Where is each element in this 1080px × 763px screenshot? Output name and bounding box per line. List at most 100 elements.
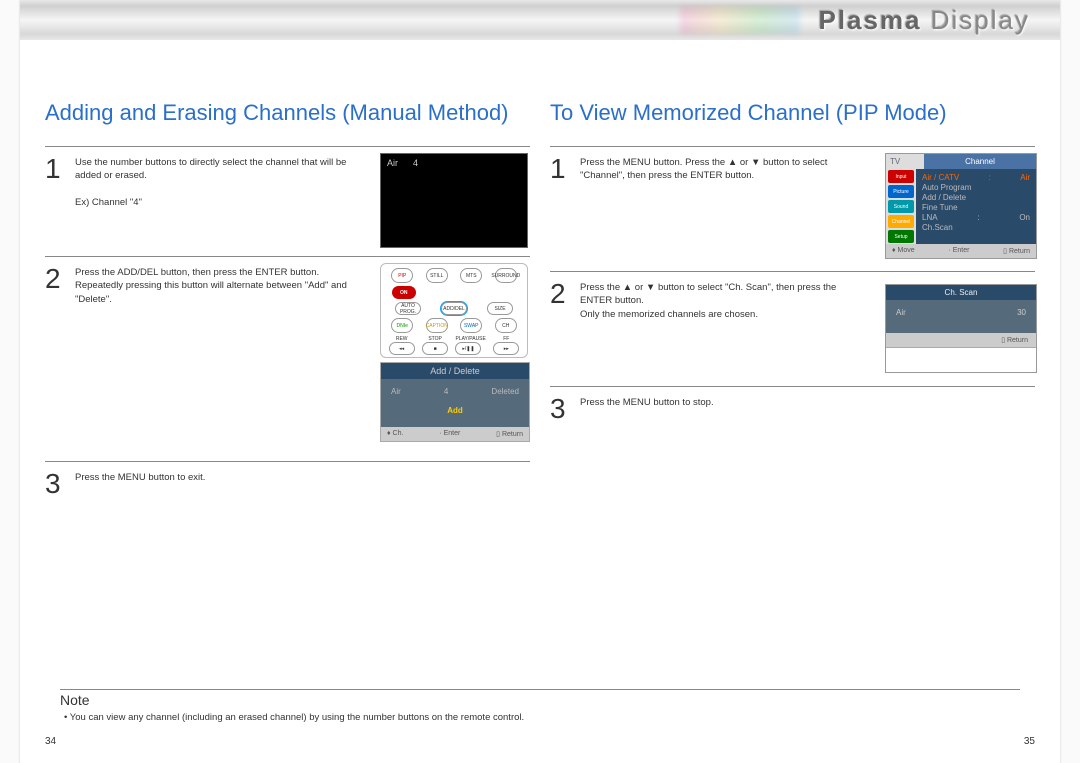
tab-sound: Sound: [888, 200, 914, 213]
menu-foot-return: ▯ Return: [1003, 247, 1030, 255]
chscan-source: Air: [896, 308, 906, 317]
menu-lna: LNA: [922, 213, 938, 222]
page-number-right: 35: [1024, 736, 1035, 747]
step1-instruction: Use the number buttons to directly selec…: [75, 157, 346, 181]
step-text: Press the ADD/DEL button, then press the…: [75, 263, 370, 453]
right-step-3: 3 Press the MENU button to stop.: [550, 386, 1035, 423]
left-step-1: 1 Use the number buttons to directly sel…: [45, 146, 530, 248]
chscan-channel: 30: [1017, 308, 1026, 317]
remote-size-button: SIZE: [487, 302, 513, 315]
remote-dnie-button: DNIe: [391, 318, 413, 333]
remote-rew-icon: ◂◂: [389, 342, 415, 355]
remote-pip-button: PIP: [391, 268, 413, 283]
step2-instruction: Press the ▲ or ▼ button to select "Ch. S…: [580, 282, 836, 306]
right-step-1: 1 Press the MENU button. Press the ▲ or …: [550, 146, 1035, 263]
right-column: To View Memorized Channel (PIP Mode) 1 P…: [550, 100, 1035, 506]
product-name-1: Plasma: [818, 5, 921, 35]
step2-chscan-panel: Ch. Scan Air 30 ▯ Return: [885, 278, 1035, 378]
panel-source: Air: [391, 387, 401, 396]
left-step-2: 2 Press the ADD/DEL button, then press t…: [45, 256, 530, 453]
menu-title: Channel: [924, 154, 1036, 169]
step1-tv-menu: TV Channel Input Picture Sound Channel S…: [885, 153, 1035, 263]
tab-setup: Setup: [888, 230, 914, 243]
step-number: 3: [45, 468, 65, 498]
menu-chscan: Ch.Scan: [922, 223, 953, 232]
remote-ff-icon: ▸▸: [493, 342, 519, 355]
tab-channel: Channel: [888, 215, 914, 228]
content-area: Adding and Erasing Channels (Manual Meth…: [20, 40, 1060, 506]
add-delete-panel: Add / Delete Air 4 Deleted Add ♦ Ch. · E…: [380, 362, 530, 442]
menu-fine-tune: Fine Tune: [922, 203, 958, 212]
step1-example: Ex) Channel "4": [75, 197, 142, 208]
step-number: 2: [45, 263, 65, 453]
left-column: Adding and Erasing Channels (Manual Meth…: [45, 100, 530, 506]
remote-stop-label: STOP: [428, 336, 442, 342]
chscan-footer: ▯ Return: [886, 333, 1036, 347]
chscan-panel: Ch. Scan Air 30 ▯ Return: [885, 284, 1037, 373]
tab-input: Input: [888, 170, 914, 183]
step-text: Press the MENU button. Press the ▲ or ▼ …: [580, 153, 875, 263]
step-number: 1: [550, 153, 570, 263]
menu-tv-label: TV: [886, 154, 924, 169]
remote-still-button: STILL: [426, 268, 448, 283]
note-section: Note • You can view any channel (includi…: [60, 689, 1020, 723]
screen-channel: 4: [413, 158, 418, 168]
left-step-3: 3 Press the MENU button to exit.: [45, 461, 530, 498]
note-title: Note: [60, 689, 1020, 708]
remote-on-indicator: ON: [392, 286, 416, 299]
panel-action: Add: [391, 402, 519, 419]
right-section-title: To View Memorized Channel (PIP Mode): [550, 100, 1035, 126]
panel-channel-num: 4: [444, 387, 448, 396]
step-text: Press the ▲ or ▼ button to select "Ch. S…: [580, 278, 875, 378]
header-bar: Plasma Display: [20, 0, 1060, 40]
product-title: Plasma Display: [818, 5, 1030, 36]
step2-note: Only the memorized channels are chosen.: [580, 309, 758, 320]
remote-adddel-button: ADD/DEL: [441, 302, 467, 315]
remote-ch-button: CH: [495, 318, 517, 333]
step-number: 1: [45, 153, 65, 248]
step1-graphic: Air 4: [380, 153, 530, 248]
note-text: • You can view any channel (including an…: [60, 712, 1020, 723]
step-number: 2: [550, 278, 570, 378]
menu-list: Air / CATV:Air Auto Program Add / Delete…: [916, 169, 1036, 244]
step-text: Press the MENU button to exit.: [75, 468, 370, 498]
tab-picture: Picture: [888, 185, 914, 198]
step-number: 3: [550, 393, 570, 423]
page-number-left: 34: [45, 736, 56, 747]
panel-foot-return: ▯ Return: [496, 430, 523, 438]
step-text: Press the MENU button to stop.: [580, 393, 875, 423]
remote-surround-button: SURROUND: [495, 268, 517, 283]
menu-air-catv-val: Air: [1020, 173, 1030, 182]
chscan-title: Ch. Scan: [886, 285, 1036, 300]
product-name-2: Display: [931, 5, 1030, 35]
screen-source: Air: [387, 158, 398, 168]
remote-stop-icon: ■: [422, 342, 448, 355]
panel-status: Deleted: [491, 387, 519, 396]
step-text: Use the number buttons to directly selec…: [75, 153, 370, 248]
remote-ff-label: FF: [503, 336, 509, 342]
remote-rew-label: REW: [396, 336, 408, 342]
right-step-2: 2 Press the ▲ or ▼ button to select "Ch.…: [550, 271, 1035, 378]
menu-foot-move: ♦ Move: [892, 247, 915, 255]
menu-foot-enter: · Enter: [948, 247, 969, 255]
remote-play-label: PLAY/PAUSE: [455, 336, 485, 342]
panel-foot-enter: · Enter: [439, 430, 460, 438]
remote-mts-button: MTS: [460, 268, 482, 283]
menu-tabs: Input Picture Sound Channel Setup: [886, 169, 916, 244]
panel-title: Add / Delete: [381, 363, 529, 379]
chscan-preview: [886, 347, 1036, 372]
channel-menu: TV Channel Input Picture Sound Channel S…: [885, 153, 1037, 259]
tv-screen-air4: Air 4: [380, 153, 528, 248]
step2-graphic: PIP STILL MTS SURROUND ON AUTO PROG. ADD…: [380, 263, 530, 453]
remote-play-icon: ▸/❚❚: [455, 342, 481, 355]
remote-diagram: PIP STILL MTS SURROUND ON AUTO PROG. ADD…: [380, 263, 528, 358]
remote-caption-button: CAPTION: [426, 318, 448, 333]
menu-add-delete: Add / Delete: [922, 193, 966, 202]
menu-lna-val: On: [1019, 213, 1030, 222]
menu-auto-program: Auto Program: [922, 183, 971, 192]
remote-autoprog-button: AUTO PROG.: [395, 302, 421, 315]
remote-swap-button: SWAP: [460, 318, 482, 333]
left-section-title: Adding and Erasing Channels (Manual Meth…: [45, 100, 530, 126]
menu-air-catv: Air / CATV: [922, 173, 959, 182]
manual-page: Plasma Display Adding and Erasing Channe…: [20, 0, 1060, 763]
